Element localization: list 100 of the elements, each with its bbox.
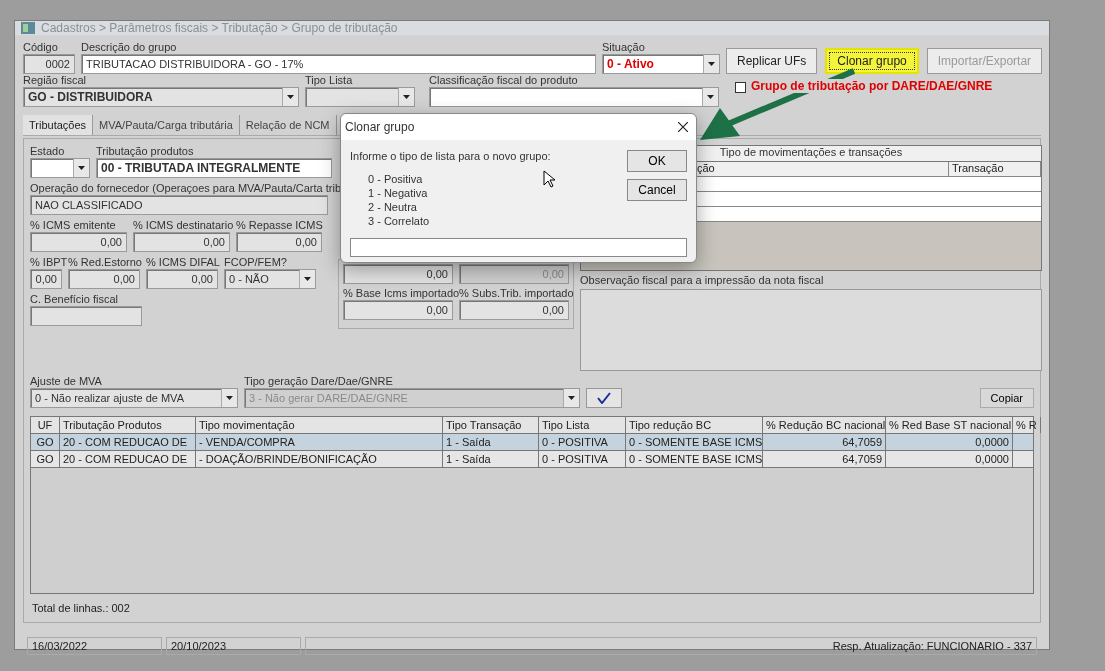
- field-label: Situação: [602, 41, 645, 53]
- checkbox[interactable]: [735, 82, 746, 93]
- dialog-button[interactable]: Cancel: [627, 179, 687, 201]
- column-header: Tipo movimentação: [196, 417, 443, 433]
- text-field[interactable]: 0,00: [459, 300, 569, 320]
- table-cell: GO: [31, 451, 60, 467]
- field-label: Descrição do grupo: [81, 41, 177, 53]
- text-field[interactable]: 0002: [23, 54, 75, 74]
- combo-box[interactable]: 0 - Ativo: [602, 54, 720, 74]
- option-text: 3 - Correlato: [367, 215, 430, 228]
- input-field[interactable]: [350, 238, 687, 257]
- text-area[interactable]: [580, 289, 1042, 371]
- table-cell: 20 - COM REDUCAO DE: [60, 434, 196, 450]
- table-title: Tipo de movimentações e transações: [719, 146, 903, 158]
- column-header: Tipo redução BC: [626, 417, 763, 433]
- dropdown-arrow-icon: [708, 62, 715, 66]
- text-field[interactable]: [30, 306, 142, 326]
- field-label: FCOP/FEM?: [224, 256, 287, 268]
- text-field[interactable]: 0,00: [30, 232, 127, 252]
- tab[interactable]: MVA/Pauta/Carga tributária: [93, 115, 240, 135]
- column-header: Tipo Lista: [539, 417, 626, 433]
- option-text: 2 - Neutra: [367, 201, 417, 214]
- dropdown-arrow-icon: [707, 95, 714, 99]
- action-button[interactable]: Clonar grupo: [825, 48, 919, 74]
- dialog-prompt: Informe o tipo de lista para o novo grupo:: [350, 150, 551, 162]
- status-cell: Resp. Atualização: FUNCIONARIO - 337: [305, 637, 1037, 655]
- dialog-button[interactable]: OK: [627, 150, 687, 172]
- dialog-title: Clonar grupo: [345, 120, 415, 134]
- column-header: Transação: [949, 162, 1041, 176]
- text-field[interactable]: 0,00: [146, 269, 218, 289]
- copy-button[interactable]: Copiar: [979, 388, 1034, 408]
- combo-box[interactable]: [30, 158, 90, 178]
- dropdown-arrow-icon: [226, 396, 233, 400]
- column-header: % R: [1013, 417, 1041, 433]
- option-text: 1 - Negativa: [367, 187, 428, 200]
- dropdown-arrow-icon: [78, 166, 85, 170]
- field-label: Classificação fiscal do produto: [429, 74, 578, 86]
- table-cell: 64,7059: [763, 451, 886, 467]
- combo-box[interactable]: 0 - Não realizar ajuste de MVA: [30, 388, 238, 408]
- field-label: % Subs.Trib. importado: [459, 287, 574, 299]
- table-cell: 20 - COM REDUCAO DE: [60, 451, 196, 467]
- field-label: % Repasse ICMS: [236, 219, 323, 231]
- tab[interactable]: Tributações: [23, 115, 94, 135]
- text-field[interactable]: 0,00: [30, 269, 62, 289]
- dropdown-arrow-icon: [304, 277, 311, 281]
- field-label: % Red.Estorno: [68, 256, 142, 268]
- table-cell: 0 - POSITIVA: [539, 434, 626, 450]
- text-field[interactable]: 0,00: [343, 264, 453, 284]
- dropdown-arrow-icon: [568, 396, 575, 400]
- text-field[interactable]: NAO CLASSIFICADO: [30, 195, 328, 215]
- status-cell: 20/10/2023: [166, 637, 301, 655]
- status-cell: 16/03/2022: [27, 637, 162, 655]
- text-field[interactable]: 0,00: [68, 269, 140, 289]
- combo-box[interactable]: 0 - NÃO: [224, 269, 316, 289]
- text-field[interactable]: 00 - TRIBUTADA INTEGRALMENTE: [96, 158, 332, 178]
- text-field[interactable]: TRIBUTACAO DISTRIBUIDORA - GO - 17%: [81, 54, 596, 74]
- field-label: % ICMS DIFAL: [146, 256, 220, 268]
- table-cell: GO: [31, 434, 60, 450]
- combo-box[interactable]: [429, 87, 719, 107]
- table-row[interactable]: GO 20 - COM REDUCAO DE - VENDA/COMPRA 1 - Saída 0 - POSITIVA 0 - SOMENTE BASE ICMS 64,7059 0,0000: [31, 434, 1033, 451]
- checkbox-label: Grupo de tributação por DARE/DAE/GNRE: [751, 79, 993, 93]
- field-label: % Base Icms importado: [343, 287, 460, 299]
- column-header: % Red Base ST nacional: [886, 417, 1013, 433]
- text-field[interactable]: 0,00: [236, 232, 322, 252]
- field-label: % IBPT: [30, 256, 68, 268]
- dropdown-arrow-icon: [287, 95, 294, 99]
- close-icon[interactable]: [678, 122, 688, 132]
- confirm-button[interactable]: [586, 388, 622, 408]
- field-label: % ICMS destinatario: [133, 219, 234, 231]
- table-cell: 0 - POSITIVA: [539, 451, 626, 467]
- window-title: Cadastros > Parâmetros fiscais > Tributação > Grupo de tributação: [41, 21, 398, 35]
- text-field[interactable]: 0,00: [343, 300, 453, 320]
- table-cell: 1 - Saída: [443, 434, 539, 450]
- table-cell: 0,0000: [886, 451, 1013, 467]
- table-cell: 1 - Saída: [443, 451, 539, 467]
- row-count: Total de linhas.: 002: [31, 601, 131, 616]
- combo-box[interactable]: [305, 87, 415, 107]
- text-field[interactable]: 0,00: [133, 232, 230, 252]
- field-label: Região fiscal: [23, 74, 86, 86]
- cursor-icon: [543, 170, 555, 188]
- field-label: Código: [23, 41, 58, 53]
- field-label: Tipo Lista: [305, 74, 353, 86]
- field-label: Tributação produtos: [96, 145, 194, 157]
- table-cell: - DOAÇÃO/BRINDE/BONIFICAÇÃO: [196, 451, 443, 467]
- app-icon: [21, 22, 35, 34]
- table-cell: 0,0000: [886, 434, 1013, 450]
- field-label: C. Benefício fiscal: [30, 293, 119, 305]
- dropdown-arrow-icon: [403, 95, 410, 99]
- table-cell: 64,7059: [763, 434, 886, 450]
- combo-box[interactable]: GO - DISTRIBUIDORA: [23, 87, 299, 107]
- field-label: Estado: [30, 145, 65, 157]
- table-row[interactable]: GO 20 - COM REDUCAO DE - DOAÇÃO/BRINDE/BONIFICAÇÃO 1 - Saída 0 - POSITIVA 0 - SOMENTE BASE ICMS 64,7059 0,0000: [31, 451, 1033, 468]
- action-button[interactable]: Replicar UFs: [726, 48, 818, 74]
- column-header: Tributação Produtos: [60, 417, 196, 433]
- table-cell: 0 - SOMENTE BASE ICMS: [626, 434, 763, 450]
- checkmark-icon: [597, 392, 611, 404]
- table-cell: - VENDA/COMPRA: [196, 434, 443, 450]
- column-header: % Redução BC nacional: [763, 417, 886, 433]
- tab[interactable]: Relação de NCM: [239, 115, 337, 135]
- field-label: Ajuste de MVA: [30, 375, 102, 387]
